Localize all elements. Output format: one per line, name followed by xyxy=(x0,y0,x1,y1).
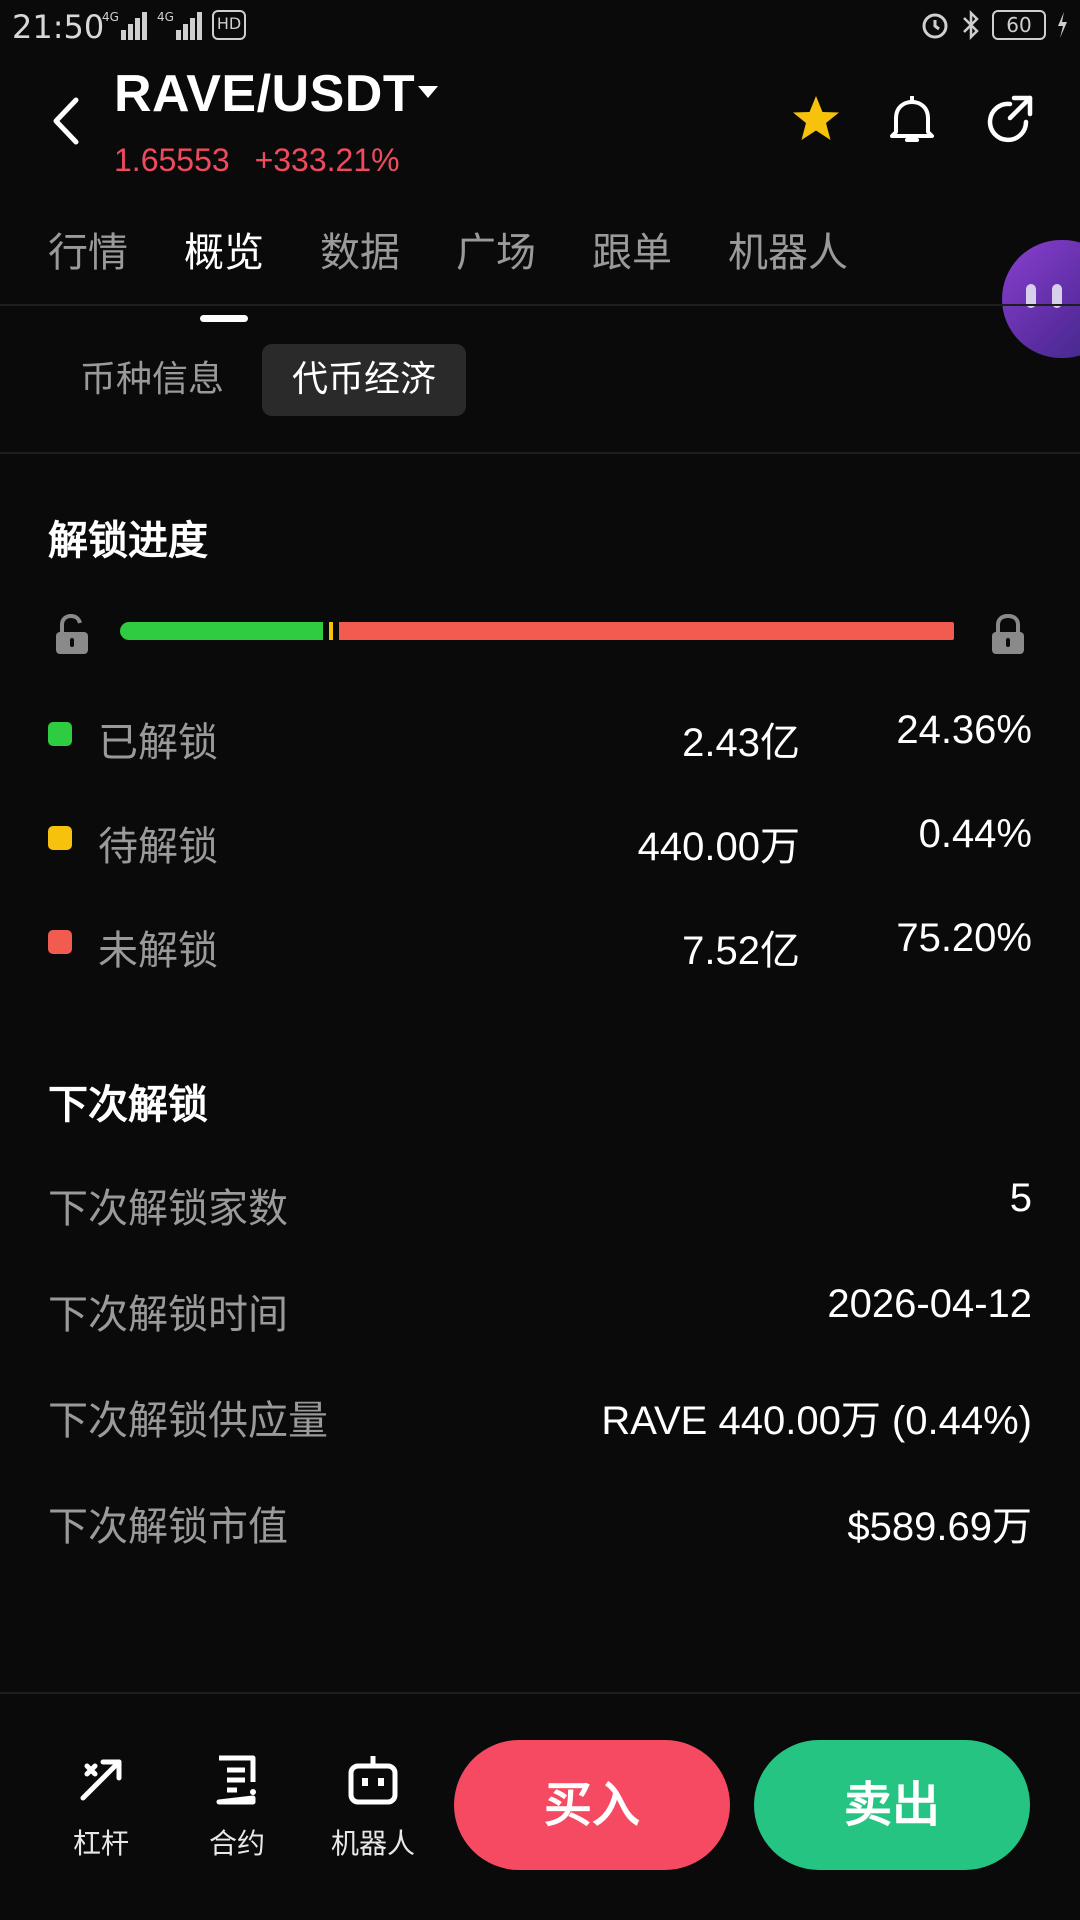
legend-row-unlocked: 已解锁 2.43亿 24.36% xyxy=(48,704,1032,766)
back-arrow-icon[interactable] xyxy=(46,96,86,146)
info-label: 下次解锁家数 xyxy=(48,1186,288,1232)
alarm-icon xyxy=(922,13,948,39)
leverage-button[interactable]: 杠杆 xyxy=(46,1752,156,1862)
next-unlock-title: 下次解锁 xyxy=(48,1082,208,1128)
unlock-icon xyxy=(56,613,88,654)
legend-dot-locked xyxy=(48,930,72,954)
subtab-token-economy[interactable]: 代币经济 xyxy=(262,344,467,416)
tabs-divider xyxy=(0,304,1080,306)
unlock-progress-bar xyxy=(120,622,954,640)
status-bar: 21:50 4G 4G HD 60 xyxy=(0,0,1080,52)
unlock-progress-title: 解锁进度 xyxy=(48,518,208,564)
legend-percent: 0.44% xyxy=(918,812,1032,856)
info-value: RAVE 440.00万 (0.44%) xyxy=(601,1399,1032,1443)
tab-square[interactable]: 广场 xyxy=(456,220,536,278)
unlocked-segment xyxy=(120,622,323,640)
pair-title[interactable]: RAVE/USDT xyxy=(114,64,415,124)
status-time: 21:50 xyxy=(12,8,105,46)
info-label: 下次解锁供应量 xyxy=(48,1398,328,1444)
info-label: 下次解锁时间 xyxy=(48,1292,288,1338)
legend-percent: 24.36% xyxy=(896,708,1032,752)
legend-amount: 440.00万 xyxy=(637,825,800,869)
battery-icon: 60 xyxy=(992,10,1046,40)
network-type-label: 4G xyxy=(156,10,174,24)
status-left-icons: 4G 4G HD xyxy=(102,10,247,40)
legend-row-locked: 未解锁 7.52亿 75.20% xyxy=(48,912,1032,974)
contract-icon xyxy=(216,1755,256,1805)
info-value: 5 xyxy=(1009,1176,1032,1220)
network-type-label: 4G xyxy=(102,10,119,24)
subtabs-divider xyxy=(0,452,1080,454)
next-unlock-row: 下次解锁供应量 RAVE 440.00万 (0.44%) xyxy=(48,1382,1032,1444)
locked-segment xyxy=(339,622,954,640)
sell-button[interactable]: 卖出 xyxy=(754,1740,1030,1870)
hd-voice-icon: HD xyxy=(211,10,247,40)
tab-overview[interactable]: 概览 xyxy=(184,220,264,322)
legend-percent: 75.20% xyxy=(896,916,1032,960)
subtab-coin-info[interactable]: 币种信息 xyxy=(60,344,244,416)
pending-segment xyxy=(329,622,333,640)
legend-amount: 2.43亿 xyxy=(682,721,800,765)
tab-market[interactable]: 行情 xyxy=(48,220,128,278)
robot-icon xyxy=(348,1756,398,1805)
info-value: 2026-04-12 xyxy=(827,1282,1032,1326)
robot-button[interactable]: 机器人 xyxy=(318,1752,428,1862)
status-right-icons: 60 xyxy=(920,10,1068,40)
info-value: $589.69万 xyxy=(847,1505,1032,1549)
tab-robot[interactable]: 机器人 xyxy=(728,220,848,278)
info-label: 下次解锁市值 xyxy=(48,1504,288,1550)
app-screen: 21:50 4G 4G HD 60 RAVE/USDT 1.65553 +333… xyxy=(0,0,1080,1920)
tab-data[interactable]: 数据 xyxy=(320,220,400,278)
bottom-bar-divider xyxy=(0,1692,1080,1694)
lock-icon xyxy=(992,613,1024,654)
bluetooth-icon xyxy=(963,10,979,40)
last-price: 1.65553 xyxy=(114,142,230,178)
charging-icon xyxy=(1058,12,1067,38)
tab-copy-trade[interactable]: 跟单 xyxy=(592,220,672,278)
pair-dropdown-icon[interactable] xyxy=(418,86,438,98)
next-unlock-row: 下次解锁家数 5 xyxy=(48,1170,1032,1232)
contract-label: 合约 xyxy=(208,1827,265,1860)
next-unlock-row: 下次解锁市值 $589.69万 xyxy=(48,1488,1032,1550)
legend-dot-unlocked xyxy=(48,722,72,746)
assistant-bubble-icon[interactable] xyxy=(1002,240,1080,358)
bell-icon[interactable] xyxy=(884,92,940,148)
price-line: 1.65553 +333.21% xyxy=(114,142,400,179)
cellular-signal-icon: 4G xyxy=(157,10,204,40)
main-tabs: 行情 概览 数据 广场 跟单 机器人 xyxy=(48,220,904,322)
leverage-label: 杠杆 xyxy=(72,1827,129,1860)
legend-row-pending: 待解锁 440.00万 0.44% xyxy=(48,808,1032,870)
legend-label: 待解锁 xyxy=(98,824,218,870)
buy-button[interactable]: 买入 xyxy=(454,1740,730,1870)
legend-dot-pending xyxy=(48,826,72,850)
share-icon[interactable] xyxy=(980,92,1036,148)
legend-amount: 7.52亿 xyxy=(682,929,800,973)
leverage-icon xyxy=(80,1759,122,1801)
robot-label: 机器人 xyxy=(330,1827,415,1860)
next-unlock-row: 下次解锁时间 2026-04-12 xyxy=(48,1276,1032,1338)
legend-label: 未解锁 xyxy=(98,928,218,974)
price-change: +333.21% xyxy=(254,142,400,178)
legend-label: 已解锁 xyxy=(98,720,218,766)
cellular-signal-icon: 4G xyxy=(102,10,149,40)
star-icon[interactable] xyxy=(788,92,844,148)
contract-button[interactable]: 合约 xyxy=(182,1752,292,1862)
